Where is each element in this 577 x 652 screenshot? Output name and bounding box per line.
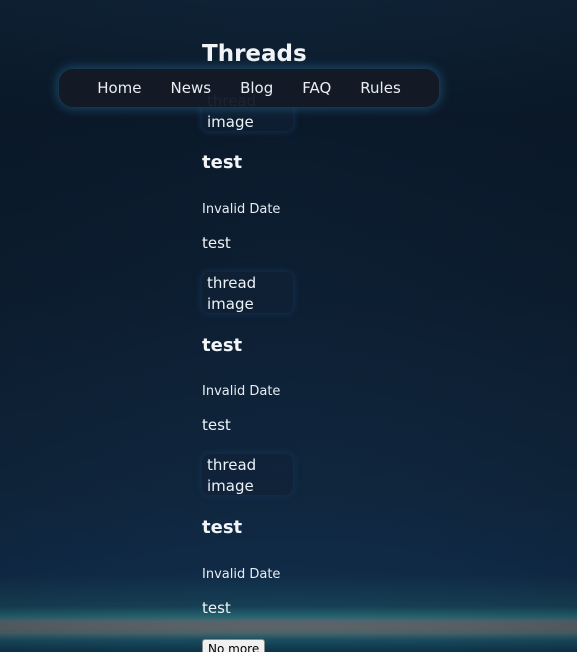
- thread-body: test: [202, 599, 231, 617]
- thread-date-wrap: Invalid Date: [202, 380, 462, 399]
- main-navbar: Home News Blog FAQ Rules: [59, 69, 439, 107]
- thread-item: thread image: [202, 454, 462, 495]
- thread-image-placeholder: thread image: [202, 272, 293, 313]
- thread-body-wrap: test: [202, 598, 462, 617]
- thread-title-wrap: test: [202, 335, 462, 356]
- nav-link-home[interactable]: Home: [97, 79, 141, 97]
- thread-date: Invalid Date: [202, 567, 281, 582]
- load-more-button[interactable]: No more: [202, 639, 266, 652]
- thread-date-wrap: Invalid Date: [202, 563, 462, 582]
- thread-body-wrap: test: [202, 233, 462, 252]
- nav-link-blog[interactable]: Blog: [240, 79, 273, 97]
- thread-body-wrap: test: [202, 415, 462, 434]
- thread-image-placeholder: thread image: [202, 454, 293, 495]
- page-title: Threads: [202, 41, 307, 67]
- thread-date: Invalid Date: [202, 384, 281, 399]
- nav-link-faq[interactable]: FAQ: [302, 79, 331, 97]
- thread-title[interactable]: test: [202, 335, 462, 356]
- thread-title-wrap: test: [202, 517, 462, 538]
- thread-body: test: [202, 416, 231, 434]
- nav-link-rules[interactable]: Rules: [360, 79, 400, 97]
- thread-date: Invalid Date: [202, 202, 281, 217]
- thread-item: thread image: [202, 272, 462, 313]
- thread-body: test: [202, 234, 231, 252]
- thread-title-wrap: test: [202, 152, 462, 173]
- thread-date-wrap: Invalid Date: [202, 198, 462, 217]
- thread-title[interactable]: test: [202, 152, 462, 173]
- thread-title[interactable]: test: [202, 517, 462, 538]
- nav-link-news[interactable]: News: [171, 79, 212, 97]
